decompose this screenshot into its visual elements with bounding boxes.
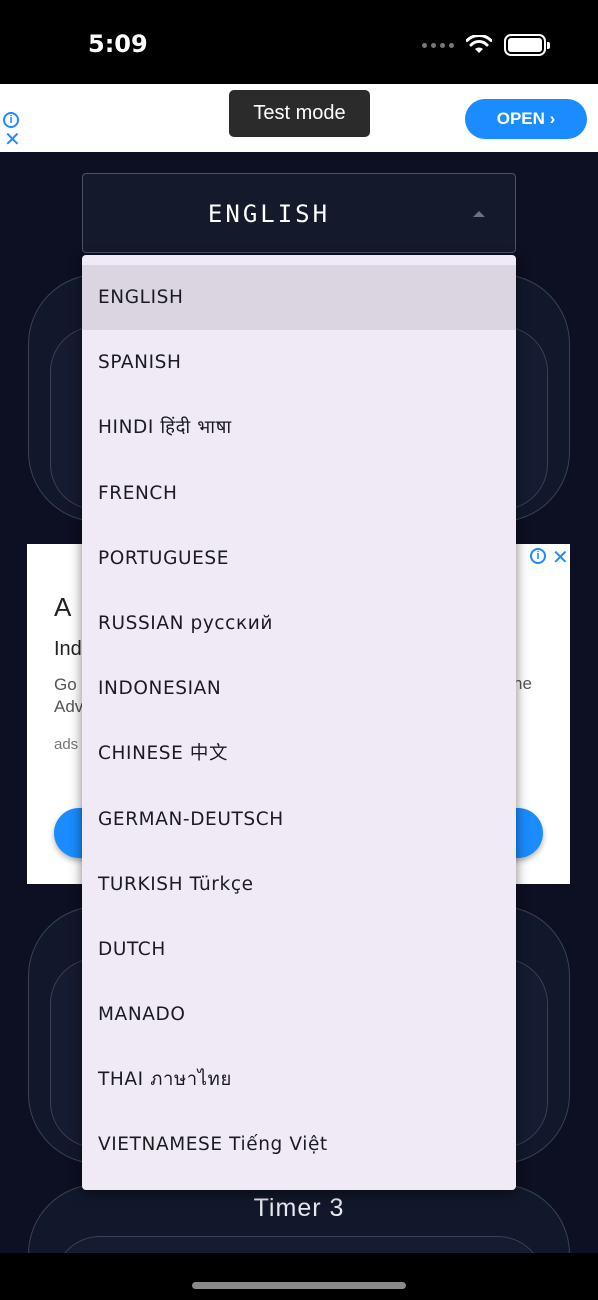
ad-subtitle: Ind <box>54 638 82 660</box>
top-banner-ad[interactable]: i ✕ Test mode OPEN › <box>0 84 598 152</box>
open-button[interactable]: OPEN › <box>465 99 587 139</box>
ad-url: ads <box>54 736 79 753</box>
language-option[interactable]: SPANISH <box>82 330 516 395</box>
ad-body-line: Go <box>54 675 77 694</box>
language-option[interactable]: DUTCH <box>82 917 516 982</box>
language-option[interactable]: ENGLISH <box>82 265 516 331</box>
status-bar: 5:09 <box>0 0 598 84</box>
language-option[interactable]: RUSSIAN русский <box>82 591 516 656</box>
language-select-value: ENGLISH <box>207 200 331 228</box>
ad-body-line: Adv <box>54 697 84 716</box>
language-option[interactable]: VIETNAMESE Tiếng Việt <box>82 1112 516 1177</box>
close-icon[interactable]: ✕ <box>4 130 21 150</box>
language-option[interactable]: CHINESE 中文 <box>82 721 516 786</box>
home-indicator[interactable] <box>192 1282 406 1289</box>
test-mode-badge: Test mode <box>229 90 370 137</box>
language-option[interactable]: INDONESIAN <box>82 656 516 721</box>
ad-body: Go Adv <box>54 674 83 718</box>
timer-3-label: Timer 3 <box>253 1194 345 1222</box>
cellular-dots-icon <box>422 42 454 48</box>
language-option[interactable]: GERMAN-DEUTSCH <box>82 787 516 852</box>
language-option[interactable]: THAI ภาษาไทย <box>82 1047 516 1112</box>
language-option[interactable]: PORTUGUESE <box>82 526 516 591</box>
language-select[interactable]: ENGLISH <box>82 173 516 253</box>
home-bar-area <box>0 1253 598 1300</box>
info-icon[interactable]: i <box>530 548 546 564</box>
ad-title: A <box>54 592 72 622</box>
close-icon[interactable]: ✕ <box>552 545 569 570</box>
status-time: 5:09 <box>88 30 148 58</box>
caret-up-icon <box>473 211 485 217</box>
wifi-icon <box>466 35 492 53</box>
language-option[interactable]: MANADO <box>82 982 516 1047</box>
status-icons <box>422 34 550 56</box>
language-option[interactable]: HINDI हिंदी भाषा <box>82 395 516 460</box>
language-dropdown-menu: ENGLISH SPANISH HINDI हिंदी भाषा FRENCH PORT… <box>82 255 516 1190</box>
language-option[interactable]: FRENCH <box>82 461 516 526</box>
battery-icon <box>504 34 550 56</box>
language-option[interactable]: TURKISH Türkçe <box>82 852 516 917</box>
info-icon[interactable]: i <box>3 112 19 128</box>
